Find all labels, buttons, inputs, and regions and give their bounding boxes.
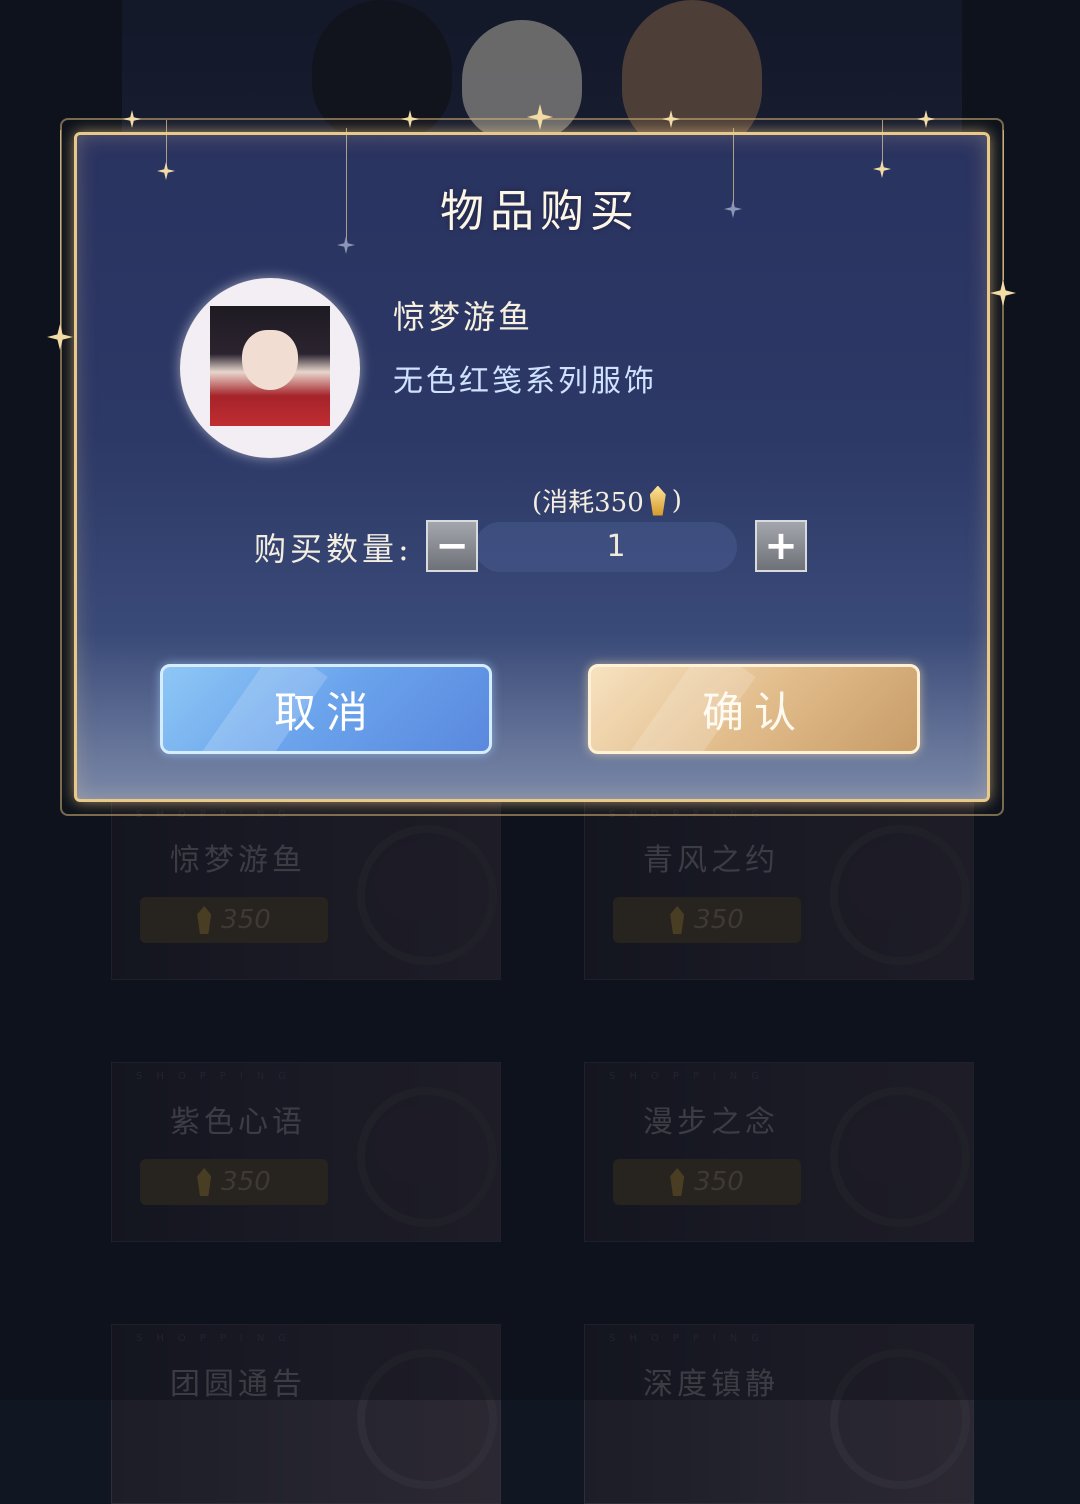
character-face	[242, 330, 298, 390]
gem-icon	[649, 485, 666, 516]
confirm-button[interactable]: 确认	[588, 664, 920, 754]
item-avatar	[180, 278, 360, 458]
decrease-quantity-button[interactable]: −	[426, 520, 478, 572]
cost-info: (消耗350 )	[532, 482, 682, 519]
dialog-title: 物品购买	[440, 186, 640, 237]
cost-close: )	[671, 485, 682, 516]
item-name: 惊梦游鱼	[393, 298, 534, 336]
increase-quantity-button[interactable]: +	[755, 520, 807, 572]
deco-line	[166, 120, 167, 170]
minus-icon: −	[435, 523, 469, 569]
cancel-button[interactable]: 取消	[160, 664, 492, 754]
quantity-value: 1	[606, 529, 626, 564]
plus-icon: +	[764, 523, 798, 569]
item-description: 无色红笺系列服饰	[393, 364, 657, 399]
quantity-label: 购买数量:	[254, 530, 413, 568]
cost-text: (消耗350	[532, 488, 644, 518]
